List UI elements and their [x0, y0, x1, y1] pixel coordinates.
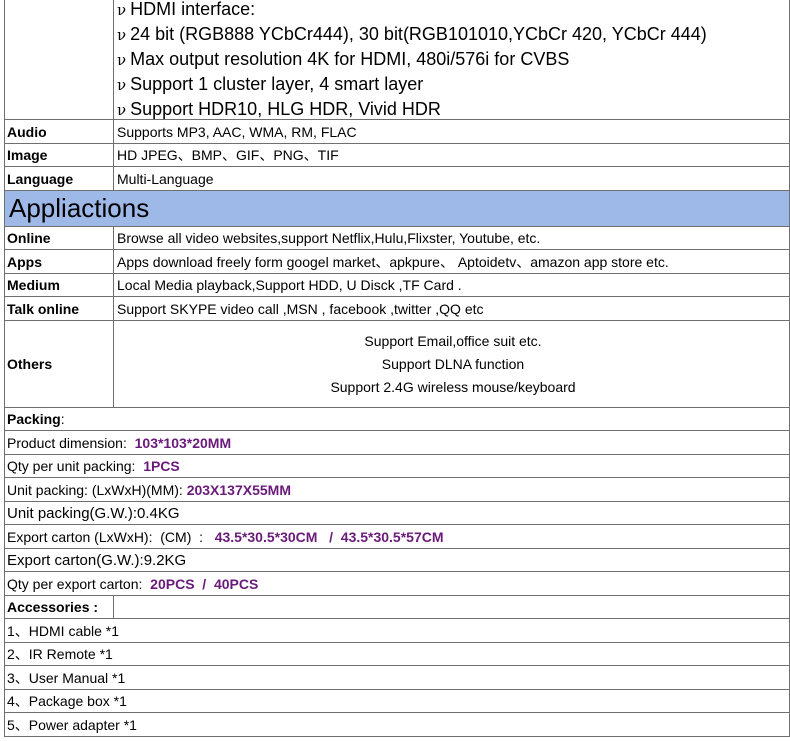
spec-row-audio: Audio Supports MP3, AAC, WMA, RM, FLAC: [5, 120, 789, 144]
app-label: Medium: [5, 274, 114, 296]
hdmi-line: ν Support 1 cluster layer, 4 smart layer: [117, 74, 424, 94]
app-label: Talk online: [5, 297, 114, 320]
spec-row-image: Image HD JPEG、BMP、GIF、PNG、TIF: [5, 144, 789, 167]
spec-sheet: ν HDMI interface: ν 24 bit (RGB888 YCbCr44…: [4, 0, 790, 737]
packing-item-label: Qty per unit packing:: [7, 458, 144, 474]
hdmi-row: ν HDMI interface: ν 24 bit (RGB888 YCbCr44…: [5, 0, 789, 120]
app-value: Local Media playback,Support HDD, U Disc…: [117, 277, 462, 293]
accessory-item: 3、User Manual *1: [5, 666, 789, 690]
hdmi-line: ν Support HDR10, HLG HDR, Vivid HDR: [117, 99, 441, 119]
packing-item-value: 43.5*30.5*30CM / 43.5*30.5*57CM: [214, 528, 444, 545]
accessory-item: 5、Power adapter *1: [5, 713, 789, 737]
packing-item-label: Qty per export carton:: [7, 575, 151, 592]
others-label: Others: [5, 321, 114, 407]
packing-item-label: Product dimension:: [7, 434, 135, 451]
app-label: Apps: [5, 250, 114, 273]
packing-title: Packing:: [5, 408, 789, 431]
packing-item-value: 20PCS / 40PCS: [150, 575, 259, 592]
app-value: Browse all video websites,support Netfli…: [117, 230, 541, 246]
packing-item-value: 1PCS: [143, 458, 180, 474]
app-value: Support SKYPE video call ,MSN , facebook…: [117, 300, 484, 317]
app-label: Online: [5, 227, 114, 249]
hdmi-label-cell: [5, 0, 114, 119]
app-row-online: Online Browse all video websites,support…: [5, 227, 789, 250]
spec-value: HD JPEG、BMP、GIF、PNG、TIF: [117, 147, 339, 163]
hdmi-line: ν Max output resolution 4K for HDMI, 480i…: [117, 49, 570, 69]
others-line: Support Email,office suit etc.: [364, 332, 542, 349]
hdmi-line: ν 24 bit (RGB888 YCbCr444), 30 bit(RGB101…: [117, 24, 707, 44]
spec-value: Supports MP3, AAC, WMA, RM, FLAC: [117, 123, 357, 140]
others-line: Support DLNA function: [381, 355, 525, 372]
packing-item: Unit packing(G.W.):0.4KG: [5, 502, 789, 525]
others-row: Others Support Email,office suit etc. Su…: [5, 321, 789, 408]
accessory-item: 4、Package box *1: [5, 690, 789, 713]
hdmi-details: ν HDMI interface: ν 24 bit (RGB888 YCbCr44…: [114, 0, 707, 119]
spec-label: Language: [5, 167, 114, 190]
packing-item-label: Export carton (LxWxH): (CM) :: [7, 528, 215, 545]
packing-item: Export carton (LxWxH): (CM) : 43.5*30.5*…: [5, 525, 789, 549]
spec-label: Image: [5, 144, 114, 166]
packing-item: Qty per unit packing: 1PCS: [5, 455, 789, 478]
spec-value: Multi-Language: [117, 170, 214, 187]
packing-item: Export carton(G.W.):9.2KG: [5, 549, 789, 572]
app-row-apps: Apps Apps download freely form googel ma…: [5, 250, 789, 274]
app-row-talk-online: Talk online Support SKYPE video call ,MS…: [5, 297, 789, 321]
app-row-medium: Medium Local Media playback,Support HDD,…: [5, 274, 789, 297]
spec-row-language: Language Multi-Language: [5, 167, 789, 191]
applications-heading: Appliactions: [5, 191, 789, 227]
packing-item: Qty per export carton: 20PCS / 40PCS: [5, 572, 789, 596]
others-lines: Support Email,office suit etc. Support D…: [114, 321, 789, 407]
packing-item: Product dimension: 103*103*20MM: [5, 431, 789, 455]
packing-item-label: Unit packing: (LxWxH)(MM):: [7, 481, 187, 498]
packing-item-label: Export carton(G.W.):9.2KG: [7, 551, 187, 569]
accessory-item: 1、HDMI cable *1: [5, 619, 789, 643]
packing-item-value: 103*103*20MM: [134, 434, 232, 451]
accessory-item: 2、IR Remote *1: [5, 643, 789, 666]
others-line: Support 2.4G wireless mouse/keyboard: [330, 378, 576, 395]
packing-item-value: 203X137X55MM: [186, 481, 291, 498]
spec-label: Audio: [5, 120, 114, 143]
app-value: Apps download freely form googel market、…: [117, 253, 669, 270]
packing-item-label: Unit packing(G.W.):0.4KG: [7, 504, 180, 522]
packing-item: Unit packing: (LxWxH)(MM): 203X137X55MM: [5, 478, 789, 502]
accessories-title: Accessories :: [5, 596, 114, 618]
accessories-title-row: Accessories :: [5, 596, 789, 619]
hdmi-line: ν HDMI interface:: [117, 0, 256, 19]
